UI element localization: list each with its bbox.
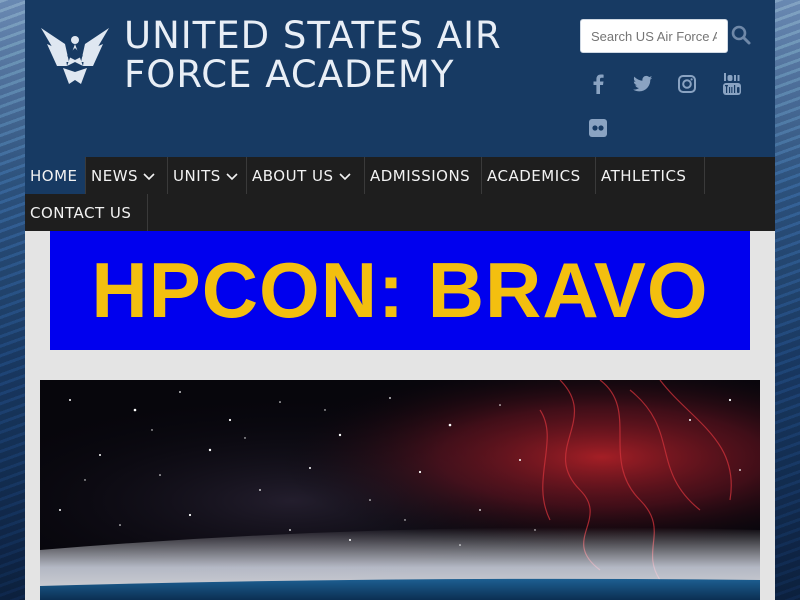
- nav-item-news[interactable]: NEWS: [86, 157, 168, 194]
- search-icon[interactable]: [730, 24, 754, 48]
- nav-item-academics[interactable]: ACADEMICS: [482, 157, 596, 194]
- nav-item-contact-us[interactable]: CONTACT US: [25, 194, 148, 231]
- nav-item-label: HOME: [30, 166, 78, 185]
- nav-item-label: ACADEMICS: [487, 166, 581, 185]
- chevron-down-icon: [226, 172, 238, 180]
- nav-item-athletics[interactable]: ATHLETICS: [596, 157, 705, 194]
- hpcon-banner-text: HPCON: BRAVO: [91, 246, 709, 334]
- hero-image[interactable]: [40, 380, 760, 600]
- facebook-icon[interactable]: [586, 72, 610, 96]
- page-backdrop-right: [775, 0, 800, 600]
- nav-item-label: NEWS: [91, 166, 139, 185]
- air-force-wings-logo[interactable]: [39, 22, 111, 86]
- chevron-down-icon: [338, 172, 351, 180]
- nav-item-label: ADMISSIONS: [370, 166, 471, 185]
- nav-item-label: ABOUT US: [252, 166, 334, 185]
- main-nav: HOME NEWS UNITS ABOUT US ADMISSIONS ACAD…: [25, 157, 775, 231]
- search-input[interactable]: [580, 19, 728, 53]
- flickr-icon[interactable]: [586, 116, 610, 140]
- nav-item-admissions[interactable]: ADMISSIONS: [365, 157, 482, 194]
- site-header: UNITED STATES AIR FORCE ACADEMY: [25, 0, 775, 157]
- page-backdrop-left: [0, 0, 25, 600]
- chevron-down-icon: [143, 172, 155, 180]
- twitter-icon[interactable]: [631, 72, 655, 96]
- site-title[interactable]: UNITED STATES AIR FORCE ACADEMY: [124, 16, 564, 94]
- nav-item-home[interactable]: HOME: [25, 157, 86, 194]
- youtube-icon[interactable]: [720, 72, 744, 96]
- nav-item-about-us[interactable]: ABOUT US: [247, 157, 365, 194]
- nav-item-label: UNITS: [173, 166, 221, 185]
- nav-item-label: ATHLETICS: [601, 166, 687, 185]
- instagram-icon[interactable]: [675, 72, 699, 96]
- nav-item-label: CONTACT US: [30, 203, 132, 222]
- page-container: UNITED STATES AIR FORCE ACADEMY Search U…: [25, 0, 775, 600]
- hpcon-banner[interactable]: HPCON: BRAVO: [50, 231, 750, 350]
- nav-item-units[interactable]: UNITS: [168, 157, 247, 194]
